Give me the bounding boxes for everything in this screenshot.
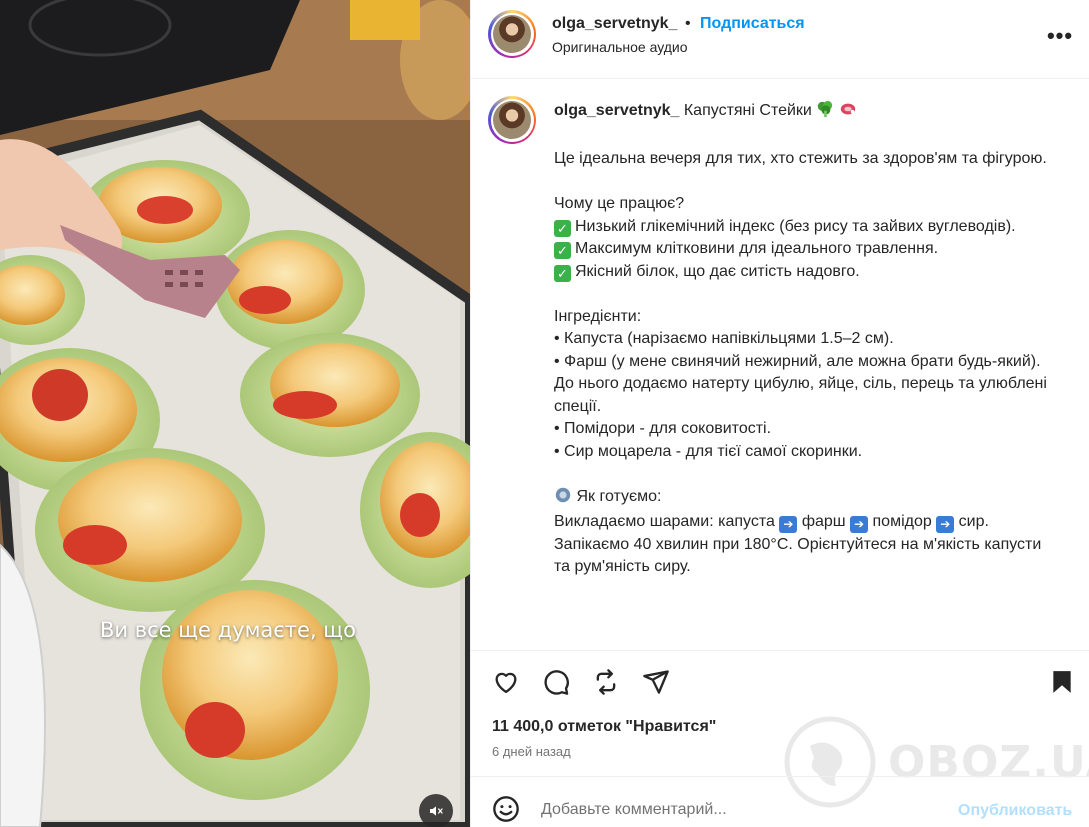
more-horizontal-icon: ••• [1046, 23, 1074, 48]
comment-icon [544, 670, 569, 695]
separator-dot: • [685, 15, 691, 32]
arrow-right-icon: ➔ [936, 516, 955, 533]
video-subtitle: Ви все ще думаєте, що [100, 618, 356, 642]
post-media[interactable]: Ви все ще думаєте, що [0, 0, 470, 827]
ingredient-item: • Помідори - для соковитості. [554, 420, 772, 437]
bake-text: Запікаємо 40 хвилин при 180°C. Орієнтуйт… [554, 535, 1042, 576]
check-mark-icon: ✓ [554, 242, 571, 259]
audio-link[interactable]: Оригинальное аудио [552, 39, 688, 55]
speaker-muted-icon [430, 806, 443, 816]
why-item: ✓ Якісний білок, що дає ситість надовго. [554, 261, 1054, 284]
why-heading: Чому це працює? [554, 195, 685, 212]
meat-icon [839, 100, 857, 126]
like-button[interactable] [491, 667, 521, 697]
share-button[interactable] [641, 667, 671, 697]
publish-button[interactable]: Опубликовать [958, 802, 1072, 820]
check-mark-icon: ✓ [554, 219, 571, 237]
heart-icon [495, 672, 517, 694]
post-caption: olga_servetnyk_ Капустяні Стейки Це ідеа… [554, 100, 1054, 579]
ingredient-item: • Фарш (у мене свинячий нежирний, але мо… [554, 352, 1047, 415]
post-header: olga_servetnyk_ • Подписаться Оригинальн… [471, 0, 1089, 79]
ingredient-item: • Сир моцарела - для тієї самої скоринки… [554, 442, 863, 460]
why-item: ✓ Низький глікемічний індекс (без рису та… [554, 216, 1054, 239]
save-button[interactable] [1047, 667, 1077, 697]
repost-icon [596, 669, 616, 695]
emoji-picker-button[interactable] [492, 795, 522, 825]
steps-line: Викладаємо шарами: капуста ➔ фарш ➔ помі… [554, 513, 989, 533]
how-heading: Як готуємо: [576, 487, 662, 505]
arrow-right-icon: ➔ [779, 516, 798, 533]
more-options-button[interactable]: ••• [1046, 23, 1074, 48]
author-username[interactable]: olga_servetnyk_ [552, 15, 677, 33]
check-mark-icon: ✓ [554, 264, 571, 282]
arrow-right-icon: ➔ [850, 516, 869, 533]
caption-title: Капустяні Стейки [683, 102, 812, 119]
comment-button[interactable] [541, 667, 571, 697]
repost-button[interactable] [591, 667, 621, 697]
ingredients-heading: Інгредієнти: [554, 307, 642, 325]
likes-count[interactable]: 11 400,0 отметок "Нравится" [492, 718, 716, 736]
avatar[interactable] [488, 10, 536, 58]
comment-input[interactable] [541, 801, 921, 819]
caption-scroll-area[interactable]: olga_servetnyk_ Капустяні Стейки Це ідеа… [471, 80, 1089, 650]
share-icon [643, 670, 669, 694]
smiley-icon [493, 796, 519, 822]
caption-avatar[interactable] [488, 96, 536, 144]
food-photo [0, 0, 470, 827]
bookmark-icon [1053, 671, 1071, 693]
cooking-icon [554, 486, 572, 512]
comment-bar: Опубликовать [471, 776, 1089, 827]
follow-button[interactable]: Подписаться [700, 15, 805, 33]
how-heading-row: Як готуємо: [554, 486, 1054, 512]
caption-intro: Це ідеальна вечеря для тих, хто стежить … [554, 150, 1047, 167]
post-panel: olga_servetnyk_ • Подписаться Оригинальн… [470, 0, 1089, 827]
mute-button[interactable] [419, 794, 453, 827]
action-bar [471, 650, 1089, 712]
ingredient-item: • Капуста (нарізаємо напівкільцями 1.5–2… [554, 330, 894, 347]
broccoli-icon [816, 100, 834, 126]
caption-username[interactable]: olga_servetnyk_ [554, 102, 679, 119]
post-time[interactable]: 6 дней назад [492, 744, 571, 759]
why-item: ✓ Максимум клітковини для ідеального трав… [554, 238, 1054, 261]
